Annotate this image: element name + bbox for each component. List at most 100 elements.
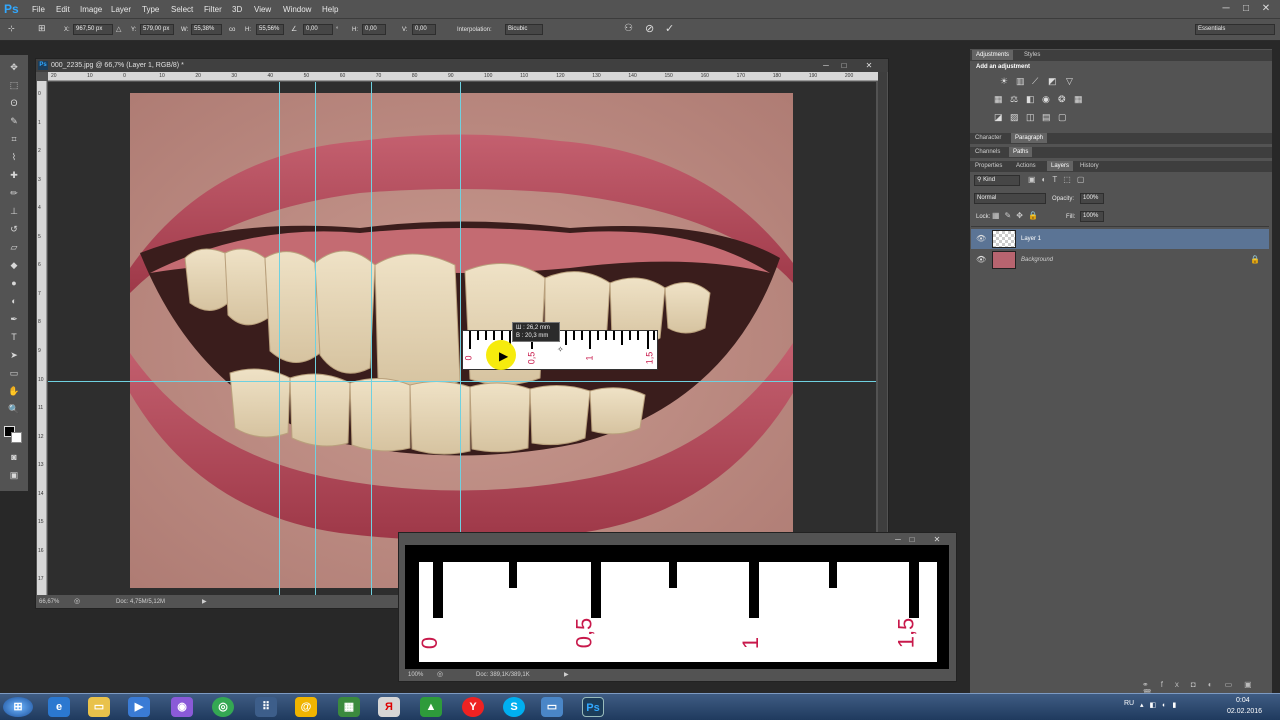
screen-mode-icon[interactable]: ▣ bbox=[6, 468, 22, 482]
brush-tool-icon[interactable]: ✏ bbox=[6, 186, 22, 200]
ie-icon[interactable]: e bbox=[48, 697, 70, 717]
workspace-select[interactable]: Essentials bbox=[1195, 24, 1275, 35]
layer-name[interactable]: Layer 1 bbox=[1021, 229, 1041, 249]
doc-size-info[interactable]: Doc: 4,75M/5,12M bbox=[116, 596, 165, 608]
hand-tool-icon[interactable]: ✋ bbox=[6, 384, 22, 398]
language-indicator[interactable]: RU bbox=[1124, 700, 1134, 707]
opacity-field[interactable]: 100% bbox=[1080, 193, 1104, 204]
menu-3d[interactable]: 3D bbox=[232, 0, 242, 19]
reference-point-icon[interactable]: ⊞ bbox=[38, 23, 50, 35]
tab-paragraph[interactable]: Paragraph bbox=[1011, 133, 1048, 143]
lasso-tool-icon[interactable]: ʘ bbox=[6, 96, 22, 110]
close-icon[interactable]: ✕ bbox=[1258, 1, 1274, 17]
doc-scrollbar-vertical[interactable] bbox=[878, 72, 887, 595]
gradient-tool-icon[interactable]: ◆ bbox=[6, 258, 22, 272]
menu-view[interactable]: View bbox=[254, 0, 271, 19]
tray-icons[interactable]: ▴◧◐▮ bbox=[1140, 701, 1182, 709]
marquee-tool-icon[interactable]: ⬚ bbox=[6, 78, 22, 92]
healing-tool-icon[interactable]: ✚ bbox=[6, 168, 22, 182]
win2-menu-arrow-icon[interactable]: ▶ bbox=[564, 669, 569, 681]
crop-tool-icon[interactable]: ⌗ bbox=[6, 132, 22, 146]
app-icon-3[interactable]: ▲ bbox=[420, 697, 442, 717]
blend-mode-select[interactable]: Normal bbox=[974, 193, 1046, 204]
app-icon-1[interactable]: ◉ bbox=[171, 697, 193, 717]
explorer-icon[interactable]: ▭ bbox=[88, 697, 110, 717]
win2-doc-info[interactable]: Doc: 389,1K/389,1K bbox=[476, 669, 530, 681]
tab-channels[interactable]: Channels bbox=[975, 147, 1000, 157]
yandex-browser-icon[interactable]: Y bbox=[462, 697, 484, 717]
type-tool-icon[interactable]: T bbox=[6, 330, 22, 344]
w-field[interactable]: 55,38% bbox=[191, 24, 222, 35]
commit-transform-icon[interactable]: ✓ bbox=[665, 22, 674, 35]
stamp-tool-icon[interactable]: ⊥ bbox=[6, 204, 22, 218]
start-button[interactable]: ⊞ bbox=[3, 697, 33, 717]
tab-history[interactable]: History bbox=[1080, 161, 1099, 171]
yandex-icon[interactable]: Я bbox=[378, 697, 400, 717]
eye-icon[interactable]: 👁 bbox=[976, 234, 986, 244]
invert-icon[interactable]: ◪ bbox=[994, 112, 1003, 123]
fill-field[interactable]: 100% bbox=[1080, 211, 1104, 222]
vskew-field[interactable]: 0,00 bbox=[412, 24, 436, 35]
brightness-icon[interactable]: ☀ bbox=[1000, 76, 1008, 87]
menu-layer[interactable]: Layer bbox=[111, 0, 131, 19]
gradient-map-icon[interactable]: ▤ bbox=[1042, 112, 1051, 123]
maximize-icon[interactable]: □ bbox=[1238, 1, 1254, 17]
app-icon-2[interactable]: ▦ bbox=[338, 697, 360, 717]
lock-icons[interactable]: ▦✎✥🔒 bbox=[992, 211, 1043, 220]
guide-vertical-1[interactable] bbox=[279, 82, 280, 595]
guide-vertical-3[interactable] bbox=[371, 82, 372, 595]
win2-zoom[interactable]: 100% bbox=[408, 669, 423, 681]
guide-vertical-4[interactable] bbox=[460, 82, 461, 595]
apps-grid-icon[interactable]: ⠿ bbox=[255, 697, 277, 717]
layers-footer-icons[interactable]: ⚭fx◘◐▭▣🗑 bbox=[970, 680, 1270, 698]
zoom-level[interactable]: 66,67% bbox=[39, 596, 59, 608]
eyedropper-tool-icon[interactable]: ⌇ bbox=[6, 150, 22, 164]
clock-time[interactable]: 0:04 bbox=[1236, 697, 1250, 704]
transform-tool-icon[interactable]: ⊹ bbox=[8, 24, 26, 36]
history-brush-tool-icon[interactable]: ↺ bbox=[6, 222, 22, 236]
warp-icon[interactable]: ⚇ bbox=[624, 23, 633, 34]
curves-icon[interactable]: ⟋ bbox=[1032, 76, 1038, 87]
app-icon-4[interactable]: ▭ bbox=[541, 697, 563, 717]
threshold-icon[interactable]: ◫ bbox=[1026, 112, 1035, 123]
shape-tool-icon[interactable]: ▭ bbox=[6, 366, 22, 380]
clock-date[interactable]: 02.02.2016 bbox=[1227, 708, 1262, 715]
eraser-tool-icon[interactable]: ▱ bbox=[6, 240, 22, 254]
menu-select[interactable]: Select bbox=[171, 0, 193, 19]
color-balance-icon[interactable]: ⚖ bbox=[1010, 94, 1018, 105]
delta-icon[interactable]: △ bbox=[116, 25, 121, 33]
levels-icon[interactable]: ▥ bbox=[1016, 76, 1025, 87]
menu-help[interactable]: Help bbox=[322, 0, 338, 19]
cancel-transform-icon[interactable]: ⊘ bbox=[645, 22, 654, 35]
selective-color-icon[interactable]: ▢ bbox=[1058, 112, 1067, 123]
lock-icon[interactable]: 🔒 bbox=[1250, 255, 1260, 264]
hue-sat-icon[interactable]: ▦ bbox=[994, 94, 1003, 105]
photoshop-taskbar-icon[interactable]: Ps bbox=[582, 697, 604, 717]
tab-styles[interactable]: Styles bbox=[1024, 50, 1040, 60]
chrome-icon[interactable]: ◎ bbox=[212, 697, 234, 717]
interpolation-select[interactable]: Bicubic bbox=[505, 24, 543, 35]
tab-layers[interactable]: Layers bbox=[1047, 161, 1074, 171]
posterize-icon[interactable]: ▨ bbox=[1010, 112, 1019, 123]
photo-filter-icon[interactable]: ◉ bbox=[1042, 94, 1050, 105]
y-field[interactable]: 579,00 px bbox=[140, 24, 174, 35]
layer-name-background[interactable]: Background bbox=[1021, 250, 1053, 270]
quick-mask-icon[interactable]: ◙ bbox=[6, 450, 22, 464]
background-color-swatch[interactable] bbox=[11, 432, 22, 443]
menu-type[interactable]: Type bbox=[142, 0, 159, 19]
exposure-icon[interactable]: ◩ bbox=[1048, 76, 1057, 87]
channel-mixer-icon[interactable]: ❂ bbox=[1058, 94, 1066, 105]
move-tool-icon[interactable]: ✥ bbox=[6, 60, 22, 74]
bw-icon[interactable]: ◧ bbox=[1026, 94, 1035, 105]
tab-actions[interactable]: Actions bbox=[1016, 161, 1036, 171]
eye-icon-background[interactable]: 👁 bbox=[976, 255, 986, 265]
hskew-field[interactable]: 0,00 bbox=[362, 24, 386, 35]
h-field[interactable]: 55,56% bbox=[256, 24, 284, 35]
pen-tool-icon[interactable]: ✒ bbox=[6, 312, 22, 326]
tab-adjustments[interactable]: Adjustments bbox=[972, 50, 1014, 60]
angle-field[interactable]: 0,00 bbox=[303, 24, 333, 35]
color-lookup-icon[interactable]: ▦ bbox=[1074, 94, 1083, 105]
skype-icon[interactable]: S bbox=[503, 697, 525, 717]
minimize-icon[interactable]: ─ bbox=[1218, 1, 1234, 17]
dodge-tool-icon[interactable]: ◐ bbox=[6, 294, 22, 308]
